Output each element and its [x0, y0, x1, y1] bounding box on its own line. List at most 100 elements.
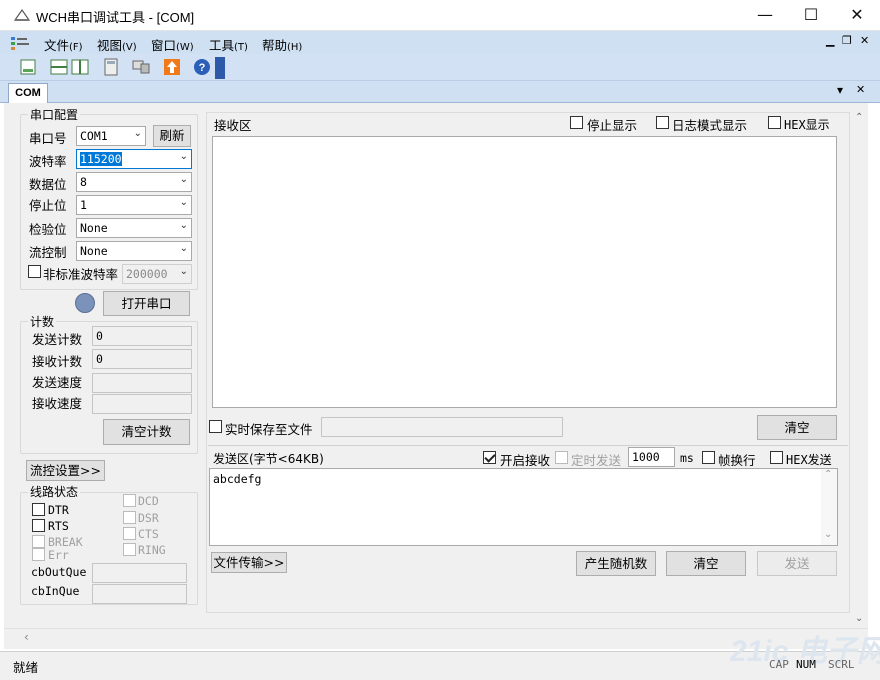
open-port-button[interactable]: 打开串口	[103, 291, 190, 316]
send-scrollbar[interactable]: ⌃ ⌄	[821, 469, 837, 545]
timed-send-checkbox	[555, 451, 568, 464]
scroll-up-icon[interactable]: ⌃	[855, 112, 863, 123]
tab-close-button[interactable]: ✕	[856, 83, 865, 96]
chevron-down-icon: ⌄	[133, 128, 142, 139]
status-bar: 就绪 21ic 电子网 CAP NUM SCRL	[0, 635, 880, 680]
chevron-down-icon: ⌄	[179, 220, 188, 231]
menu-tools[interactable]: 工具(T)	[209, 35, 248, 54]
cts-checkbox	[123, 527, 136, 540]
tab-list-button[interactable]: ▾	[837, 83, 843, 97]
ring-label: RING	[138, 543, 166, 557]
send-count-field: 0	[92, 326, 192, 346]
out-queue-field	[92, 563, 187, 583]
save-to-file-checkbox[interactable]	[209, 420, 222, 433]
devices-icon[interactable]	[131, 57, 151, 77]
enable-receive-checkbox[interactable]	[483, 451, 496, 464]
chevron-down-icon: ⌄	[179, 174, 188, 185]
split-horizontal-icon[interactable]	[49, 57, 69, 77]
flow-label: 流控制	[29, 245, 67, 260]
chevron-down-icon: ⌄	[179, 151, 188, 162]
frame-newline-checkbox[interactable]	[702, 451, 715, 464]
send-button: 发送	[757, 551, 837, 576]
com-panel: 串口配置 串口号 COM1 ⌄ 刷新 波特率 115200 ⌄ 数据位 8 ⌄ 停止位…	[4, 103, 868, 649]
minimize-button[interactable]: —	[742, 0, 788, 31]
menu-help[interactable]: 帮助(H)	[262, 35, 302, 54]
scroll-up-icon[interactable]: ⌃	[824, 469, 832, 480]
random-button[interactable]: 产生随机数	[576, 551, 656, 576]
scroll-left-icon[interactable]: ‹	[24, 630, 29, 644]
flow-select[interactable]: None ⌄	[76, 241, 192, 261]
upload-icon[interactable]	[162, 57, 182, 77]
flow-settings-button[interactable]: 流控设置>>	[26, 460, 105, 481]
clear-send-button[interactable]: 清空	[666, 551, 746, 576]
dtr-checkbox[interactable]	[32, 503, 45, 516]
hex-send-label: HEX发送	[786, 453, 832, 467]
clear-count-button[interactable]: 清空计数	[103, 419, 190, 445]
recv-speed-label: 接收速度	[32, 396, 83, 411]
toolbar: ?	[0, 54, 880, 81]
mdi-close-button[interactable]: ✕	[860, 34, 869, 47]
scroll-down-icon[interactable]: ⌄	[824, 529, 832, 540]
send-speed-label: 发送速度	[32, 375, 83, 390]
mdi-minimize-button[interactable]: ▁	[826, 34, 834, 47]
port-select[interactable]: COM1 ⌄	[76, 126, 146, 146]
stop-display-checkbox[interactable]	[570, 116, 583, 129]
new-icon[interactable]	[18, 57, 38, 77]
save-to-file-label: 实时保存至文件	[225, 422, 313, 437]
maximize-button[interactable]: ☐	[788, 0, 834, 31]
window-title: WCH串口调试工具 - [COM]	[36, 10, 195, 25]
baud-select[interactable]: 115200 ⌄	[76, 149, 192, 169]
port-label: 串口号	[29, 131, 67, 146]
in-queue-label: cbInQue	[31, 584, 80, 598]
nonstd-baud-select: 200000 ⌄	[122, 264, 192, 284]
stopbits-label: 停止位	[29, 198, 67, 213]
mdi-restore-button[interactable]: ❐	[842, 34, 852, 47]
break-checkbox	[32, 535, 45, 548]
err-checkbox	[32, 548, 45, 561]
help-icon[interactable]: ?	[192, 57, 212, 77]
stop-display-label: 停止显示	[587, 118, 638, 133]
close-button[interactable]: ✕	[834, 0, 880, 31]
send-speed-field	[92, 373, 192, 393]
nonstd-baud-checkbox[interactable]	[28, 265, 41, 278]
baud-label: 波特率	[29, 154, 67, 169]
rts-checkbox[interactable]	[32, 519, 45, 532]
interval-input[interactable]: 1000	[628, 447, 675, 467]
divider	[208, 445, 848, 446]
menu-file[interactable]: 文件(F)	[44, 35, 83, 54]
send-count-label: 发送计数	[32, 332, 83, 347]
refresh-button[interactable]: 刷新	[153, 125, 191, 147]
log-mode-label: 日志模式显示	[672, 118, 748, 133]
recv-speed-field	[92, 394, 192, 414]
calculator-icon[interactable]	[101, 57, 121, 77]
menu-window[interactable]: 窗口(W)	[151, 35, 194, 54]
timed-send-label: 定时发送	[571, 453, 622, 468]
frame-newline-label: 帧换行	[718, 453, 756, 468]
hex-send-checkbox[interactable]	[770, 451, 783, 464]
file-transfer-button[interactable]: 文件传输>>	[211, 552, 287, 573]
dtr-label: DTR	[48, 503, 69, 517]
hex-display-checkbox[interactable]	[768, 116, 781, 129]
caps-indicator: CAP	[769, 658, 789, 671]
clear-receive-button[interactable]: 清空	[757, 415, 837, 440]
menu-view[interactable]: 视图(V)	[97, 35, 137, 54]
break-label: BREAK	[48, 535, 83, 549]
svg-text:?: ?	[199, 62, 206, 74]
toolbar-overflow-button[interactable]	[215, 57, 225, 79]
databits-select[interactable]: 8 ⌄	[76, 172, 192, 192]
parity-select[interactable]: None ⌄	[76, 218, 192, 238]
log-mode-checkbox[interactable]	[656, 116, 669, 129]
receive-area[interactable]	[212, 136, 837, 408]
enable-receive-label: 开启接收	[500, 453, 551, 468]
count-title: 计数	[28, 313, 57, 330]
tab-com[interactable]: COM	[8, 83, 48, 103]
scroll-down-icon[interactable]: ⌄	[855, 613, 863, 624]
dsr-label: DSR	[138, 511, 159, 525]
cts-label: CTS	[138, 527, 159, 541]
hex-display-label: HEX显示	[784, 118, 830, 132]
stopbits-select[interactable]: 1 ⌄	[76, 195, 192, 215]
send-textarea[interactable]: abcdefg	[209, 468, 838, 546]
document-tabbar: COM ▾ ✕	[0, 81, 880, 103]
scroll-lock-indicator: SCRL	[828, 658, 855, 671]
split-vertical-icon[interactable]	[70, 57, 90, 77]
